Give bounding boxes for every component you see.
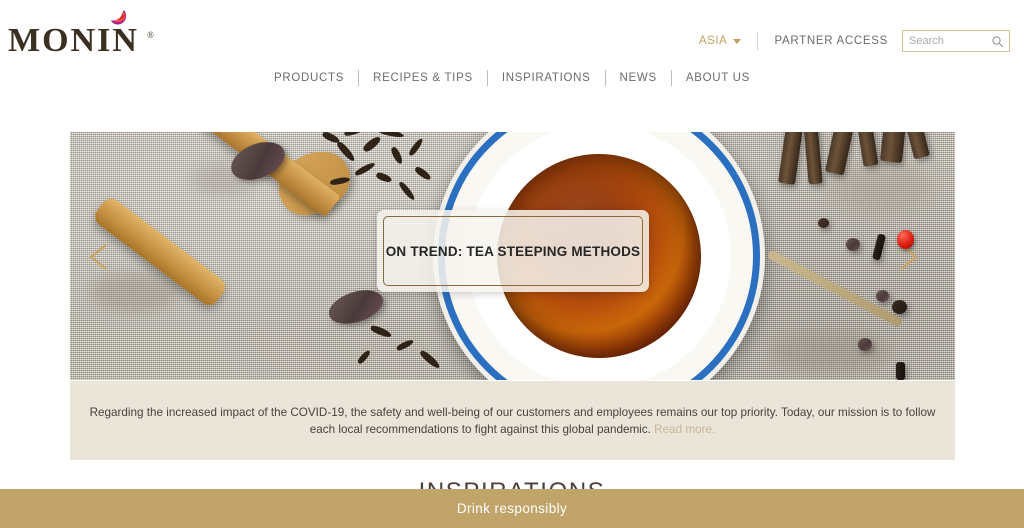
hero-carousel[interactable]: ON TREND: TEA STEEPING METHODS [70, 132, 955, 380]
peppercorn [876, 290, 889, 302]
tea-leaf [361, 134, 383, 154]
partner-access-link[interactable]: PARTNER ACCESS [774, 35, 888, 47]
nav-item-news[interactable]: NEWS [606, 72, 671, 84]
tea-leaf [413, 165, 433, 182]
tea-leaf [377, 132, 405, 139]
nav-item-products[interactable]: PRODUCTS [260, 72, 358, 84]
tea-leaf [397, 180, 417, 202]
tea-leaf [389, 145, 405, 166]
tea-leaf [407, 137, 425, 157]
main-navigation: PRODUCTS RECIPES & TIPS INSPIRATIONS NEW… [0, 70, 1024, 86]
texture-blotch [90, 272, 180, 312]
texture-blotch [770, 332, 890, 372]
drink-responsibly-text: Drink responsibly [456, 501, 568, 516]
dried-spice [896, 362, 905, 380]
site-header: MONIN ® ASIA PARTNER ACCESS PRODUCTS REC… [0, 0, 1024, 100]
logo-registered-mark: ® [147, 30, 154, 40]
carousel-prev-button[interactable] [84, 240, 118, 274]
loose-tea-leaves [318, 132, 450, 222]
covid-notice-panel: Regarding the increased impact of the CO… [70, 381, 955, 460]
nav-item-about-us[interactable]: ABOUT US [672, 72, 764, 84]
region-selector-label: ASIA [698, 35, 728, 47]
search-box[interactable] [902, 30, 1010, 52]
peppercorn [892, 300, 907, 314]
chevron-down-icon [733, 38, 742, 44]
tea-leaf [375, 171, 393, 184]
tea-leaf [329, 175, 351, 187]
covid-notice-body: Regarding the increased impact of the CO… [89, 405, 936, 436]
cinnamon-bark [879, 132, 907, 164]
drink-responsibly-bar: Drink responsibly [0, 489, 1024, 528]
peppercorn [846, 238, 860, 251]
peppercorn [858, 338, 872, 351]
tea-leaf [335, 140, 357, 163]
nav-item-inspirations[interactable]: INSPIRATIONS [488, 72, 605, 84]
monin-homepage: MONIN ® ASIA PARTNER ACCESS PRODUCTS REC… [0, 0, 1024, 528]
texture-blotch [830, 162, 930, 212]
utility-bar: ASIA PARTNER ACCESS [699, 28, 1010, 54]
utility-divider [757, 32, 759, 50]
chevron-left-icon [89, 244, 107, 270]
hero-caption-plaque[interactable]: ON TREND: TEA STEEPING METHODS [377, 210, 649, 292]
tea-leaf [353, 160, 377, 178]
search-icon[interactable] [991, 35, 1004, 48]
logo-wordmark: MONIN [8, 22, 139, 59]
tea-leaf [343, 132, 367, 138]
region-selector[interactable]: ASIA [699, 35, 758, 47]
read-more-link[interactable]: Read more. [654, 423, 715, 436]
hero-caption-text: ON TREND: TEA STEEPING METHODS [385, 243, 641, 259]
search-input[interactable] [909, 31, 989, 51]
peppercorn [818, 218, 829, 228]
site-logo[interactable]: MONIN ® [8, 4, 168, 62]
nav-item-recipes-tips[interactable]: RECIPES & TIPS [359, 72, 487, 84]
covid-notice-text: Regarding the increased impact of the CO… [84, 404, 941, 438]
red-berry [897, 230, 914, 249]
